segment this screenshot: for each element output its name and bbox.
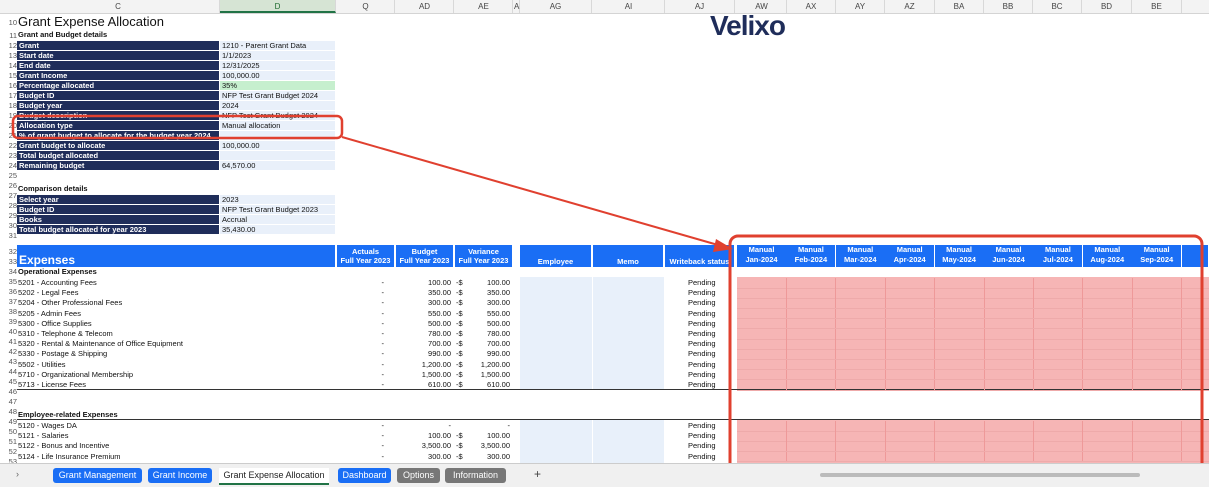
sheet-tab[interactable]: Grant Income	[148, 468, 212, 483]
sheet-tab[interactable]: Dashboard	[338, 468, 391, 483]
sheet-tab[interactable]: Grant Expense Allocation	[219, 468, 329, 485]
annotation-highlight-months	[728, 234, 1204, 480]
annotation-overlay	[11, 114, 1204, 480]
annotation-highlight-allocation	[11, 114, 344, 140]
sheet-tab[interactable]: Options	[397, 468, 440, 483]
sheet-tab[interactable]: Information	[445, 468, 506, 483]
sheet-tab-bar: › Grant Management Grant Income Grant Expe…	[0, 463, 1209, 487]
add-sheet-button[interactable]: +	[534, 467, 541, 481]
annotation-arrow-line	[341, 136, 719, 246]
sheet-tab[interactable]: Grant Management	[53, 468, 142, 483]
horizontal-scrollbar[interactable]	[820, 473, 1140, 477]
scroll-tabs-arrow-icon[interactable]: ›	[16, 469, 19, 479]
